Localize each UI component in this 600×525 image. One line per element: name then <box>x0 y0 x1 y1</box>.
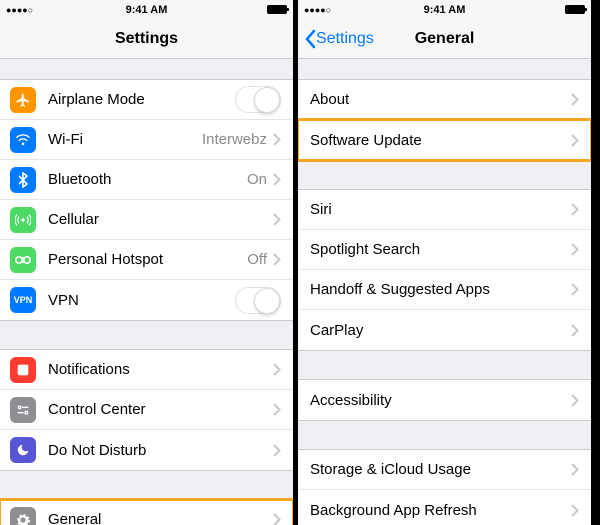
row-spotlight-search[interactable]: Spotlight Search <box>298 230 591 270</box>
status-bar: ●●●●○ 9:41 AM <box>0 0 293 19</box>
row-software-update[interactable]: Software Update <box>298 120 591 160</box>
nav-title: General <box>415 30 475 48</box>
chevron-right-icon <box>273 363 281 376</box>
back-label: Settings <box>316 30 374 48</box>
chevron-right-icon <box>273 403 281 416</box>
row-value: Interwebz <box>202 131 267 148</box>
chevron-right-icon <box>273 133 281 146</box>
notifications-icon <box>10 357 36 383</box>
row-control-center[interactable]: Control Center <box>0 390 293 430</box>
settings-screen: ●●●●○ 9:41 AM Settings Airplane Mode Wi-… <box>0 0 293 525</box>
chevron-right-icon <box>571 134 579 147</box>
row-label: Spotlight Search <box>310 241 571 258</box>
airplane-icon <box>10 87 36 113</box>
chevron-right-icon <box>273 253 281 266</box>
vpn-toggle[interactable] <box>235 287 281 314</box>
battery-icon <box>562 5 585 14</box>
row-label: Wi-Fi <box>48 131 202 148</box>
row-label: VPN <box>48 292 235 309</box>
chevron-right-icon <box>571 283 579 296</box>
moon-icon <box>10 437 36 463</box>
chevron-right-icon <box>273 444 281 457</box>
row-label: CarPlay <box>310 322 571 339</box>
bluetooth-icon <box>10 167 36 193</box>
hotspot-icon <box>10 247 36 273</box>
settings-list[interactable]: Airplane Mode Wi-Fi Interwebz Bluetooth … <box>0 59 293 525</box>
row-label: Handoff & Suggested Apps <box>310 281 571 298</box>
row-label: Control Center <box>48 401 273 418</box>
row-carplay[interactable]: CarPlay <box>298 310 591 350</box>
row-label: Accessibility <box>310 392 571 409</box>
row-about[interactable]: About <box>298 80 591 120</box>
chevron-right-icon <box>571 243 579 256</box>
status-time: 9:41 AM <box>126 4 168 16</box>
row-vpn[interactable]: VPN VPN <box>0 280 293 320</box>
row-handoff-suggested-apps[interactable]: Handoff & Suggested Apps <box>298 270 591 310</box>
row-label: Background App Refresh <box>310 502 571 519</box>
row-airplane-mode[interactable]: Airplane Mode <box>0 80 293 120</box>
chevron-right-icon <box>571 93 579 106</box>
row-accessibility[interactable]: Accessibility <box>298 380 591 420</box>
chevron-right-icon <box>571 324 579 337</box>
row-value: Off <box>247 251 267 268</box>
row-label: Notifications <box>48 361 273 378</box>
chevron-right-icon <box>571 463 579 476</box>
wifi-icon <box>10 127 36 153</box>
row-background-app-refresh[interactable]: Background App Refresh <box>298 490 591 525</box>
nav-bar: Settings General <box>298 19 591 59</box>
signal-dots-icon: ●●●●○ <box>304 5 331 15</box>
airplane-toggle[interactable] <box>235 86 281 113</box>
row-personal-hotspot[interactable]: Personal Hotspot Off <box>0 240 293 280</box>
row-general[interactable]: General <box>0 500 293 525</box>
cellular-icon <box>10 207 36 233</box>
row-label: Storage & iCloud Usage <box>310 461 571 478</box>
chevron-right-icon <box>273 513 281 525</box>
chevron-right-icon <box>571 203 579 216</box>
row-value: On <box>247 171 267 188</box>
row-label: Bluetooth <box>48 171 247 188</box>
vpn-icon: VPN <box>10 287 36 313</box>
row-label: Do Not Disturb <box>48 442 273 459</box>
chevron-left-icon <box>304 29 316 49</box>
status-bar: ●●●●○ 9:41 AM <box>298 0 591 19</box>
row-do-not-disturb[interactable]: Do Not Disturb <box>0 430 293 470</box>
row-label: Software Update <box>310 132 571 149</box>
row-label: General <box>48 511 273 525</box>
row-siri[interactable]: Siri <box>298 190 591 230</box>
row-label: About <box>310 91 571 108</box>
row-cellular[interactable]: Cellular <box>0 200 293 240</box>
general-list[interactable]: About Software Update Siri Spotlight Sea… <box>298 59 591 525</box>
control-center-icon <box>10 397 36 423</box>
row-wifi[interactable]: Wi-Fi Interwebz <box>0 120 293 160</box>
chevron-right-icon <box>571 504 579 517</box>
back-button[interactable]: Settings <box>304 19 374 58</box>
row-storage-icloud-usage[interactable]: Storage & iCloud Usage <box>298 450 591 490</box>
row-notifications[interactable]: Notifications <box>0 350 293 390</box>
row-label: Cellular <box>48 211 273 228</box>
row-bluetooth[interactable]: Bluetooth On <box>0 160 293 200</box>
general-screen: ●●●●○ 9:41 AM Settings General About Sof… <box>298 0 591 525</box>
gear-icon <box>10 507 36 525</box>
nav-bar: Settings <box>0 19 293 59</box>
chevron-right-icon <box>273 173 281 186</box>
nav-title: Settings <box>115 30 178 48</box>
chevron-right-icon <box>273 213 281 226</box>
signal-dots-icon: ●●●●○ <box>6 5 33 15</box>
row-label: Airplane Mode <box>48 91 235 108</box>
row-label: Siri <box>310 201 571 218</box>
row-label: Personal Hotspot <box>48 251 247 268</box>
battery-icon <box>264 5 287 14</box>
chevron-right-icon <box>571 394 579 407</box>
status-time: 9:41 AM <box>424 4 466 16</box>
